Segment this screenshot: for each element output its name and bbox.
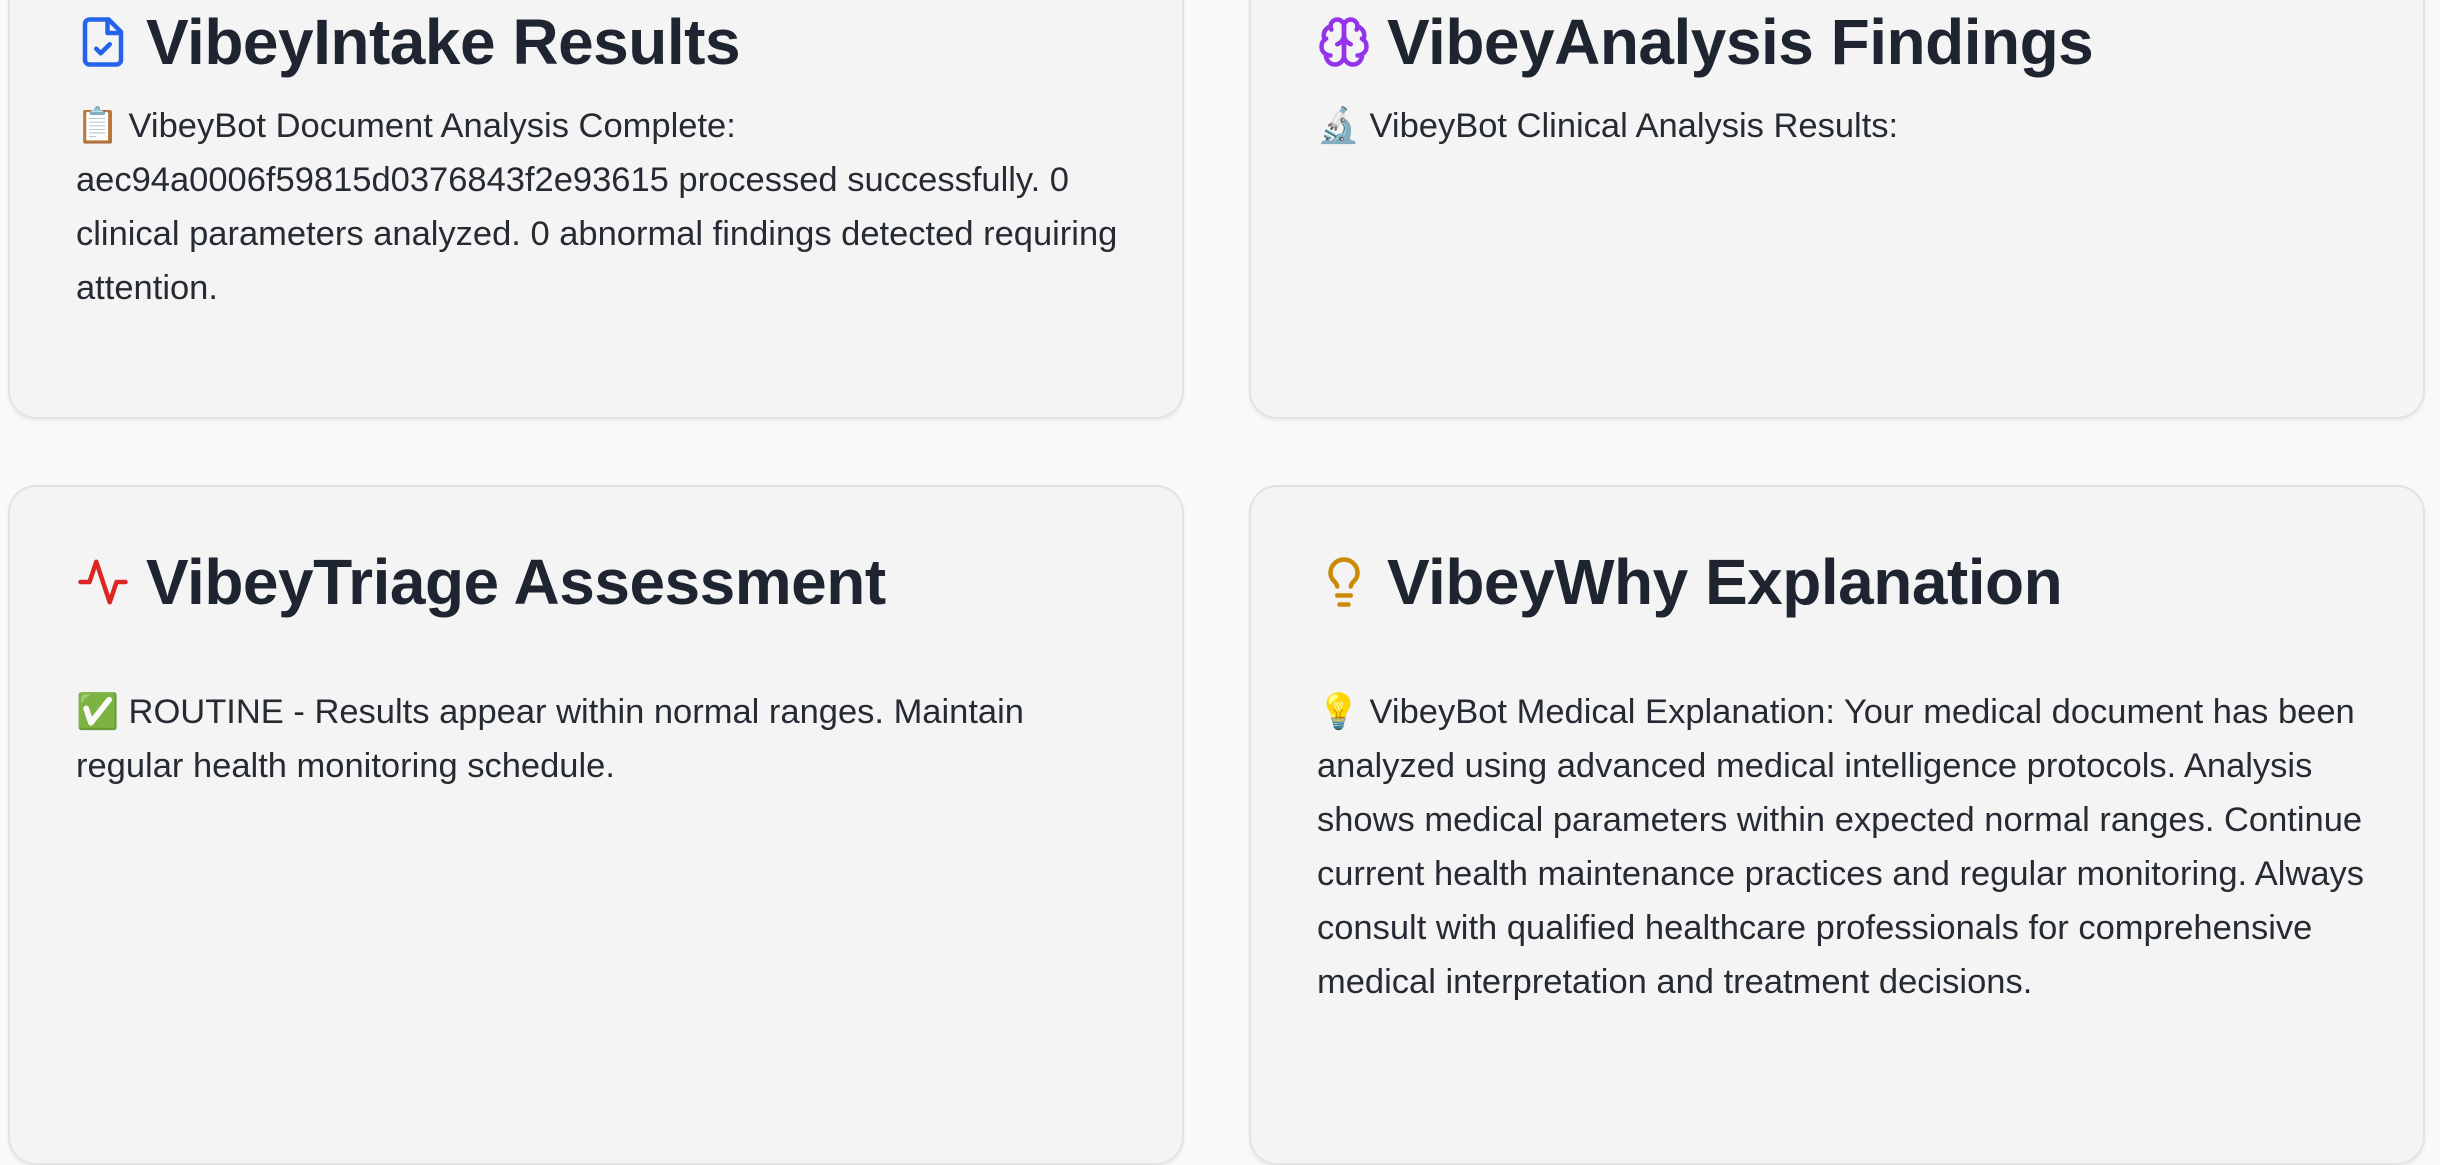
card-body-text: ✅ ROUTINE - Results appear within normal… [76, 693, 1024, 785]
activity-icon [76, 555, 130, 609]
card-body-text: 📋 VibeyBot Document Analysis Complete: a… [76, 107, 1118, 307]
card-header: VibeyWhy Explanation [1317, 542, 2063, 622]
file-check-icon [76, 15, 130, 69]
brain-icon [1317, 15, 1371, 69]
card-body-text: 💡 VibeyBot Medical Explanation: Your med… [1317, 693, 2365, 1001]
card-header: VibeyTriage Assessment [76, 542, 886, 622]
analysis-findings-card: VibeyAnalysis Findings 🔬 VibeyBot Clinic… [1249, 0, 2425, 419]
card-title: VibeyIntake Results [146, 6, 741, 78]
card-title: VibeyWhy Explanation [1387, 546, 2063, 618]
card-header: VibeyAnalysis Findings [1317, 2, 2094, 82]
card-body-text: 🔬 VibeyBot Clinical Analysis Results: [1317, 107, 1899, 145]
card-title: VibeyAnalysis Findings [1387, 6, 2094, 78]
intake-results-card: VibeyIntake Results 📋 VibeyBot Document … [8, 0, 1184, 419]
why-explanation-card: VibeyWhy Explanation 💡 VibeyBot Medical … [1249, 485, 2425, 1165]
card-title: VibeyTriage Assessment [146, 546, 886, 618]
triage-assessment-card: VibeyTriage Assessment ✅ ROUTINE - Resul… [8, 485, 1184, 1165]
card-header: VibeyIntake Results [76, 2, 741, 82]
lightbulb-icon [1317, 555, 1371, 609]
